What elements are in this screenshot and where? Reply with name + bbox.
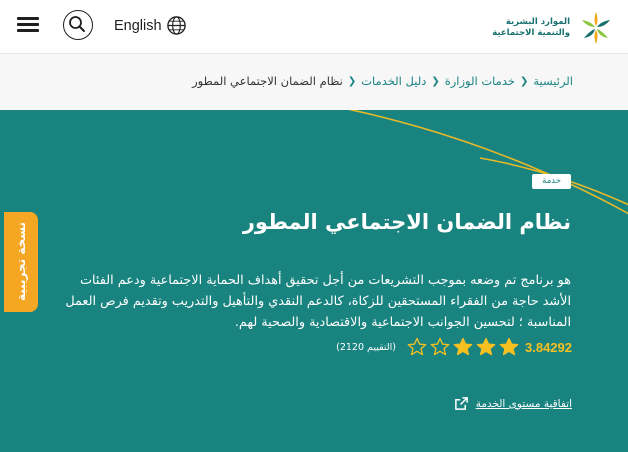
service-description: هو برنامج تم وضعه بموجب التشريعات من أجل… [65,272,571,330]
service-title: نظام الضمان الاجتماعي المطور [242,210,571,234]
language-switch[interactable]: English [114,15,187,36]
menu-icon[interactable] [17,14,39,34]
ministry-logo[interactable]: الموارد البشرية والتنمية الاجتماعية [492,8,616,48]
star-empty-icon[interactable] [430,337,450,357]
logo-line-1: الموارد البشرية [505,17,570,27]
breadcrumb-services-guide[interactable]: دليل الخدمات [361,74,426,88]
search-button[interactable] [63,10,93,40]
rating-count: (التقييم 2120) [336,341,396,353]
chevron-left-icon: ❮ [519,75,529,87]
chevron-left-icon: ❮ [431,75,440,87]
service-type-badge: خدمة [532,174,571,189]
star-filled-icon[interactable] [499,337,519,357]
logo-text: الموارد البشرية والتنمية الاجتماعية [492,17,570,39]
service-rating: 3.84292 (التقييم 2120) [336,337,572,357]
breadcrumb-current: نظام الضمان الاجتماعي المطور [192,74,343,88]
globe-icon [166,16,186,35]
star-filled-icon[interactable] [476,337,496,357]
breadcrumb-bar: الرئيسية ❮ خدمات الوزارة ❮ دليل الخدمات … [0,54,628,110]
breadcrumb: الرئيسية ❮ خدمات الوزارة ❮ دليل الخدمات … [192,74,573,88]
sla-link[interactable]: اتفاقية مستوى الخدمة [454,396,572,411]
star-filled-icon[interactable] [453,337,473,357]
sla-link-label: اتفاقية مستوى الخدمة [475,397,572,410]
logo-emblem-icon [582,12,610,44]
search-icon [69,16,85,32]
star-empty-icon[interactable] [407,337,427,357]
rating-value: 3.84292 [525,339,572,355]
external-link-icon [454,397,468,410]
site-header: English الموارد البشرية والتنمية الاجتما… [0,0,628,54]
beta-version-tab[interactable]: نسخة تجريبية [4,212,38,312]
rating-stars[interactable] [404,337,519,357]
service-hero: خدمة نظام الضمان الاجتماعي المطور هو برن… [0,110,628,452]
chevron-left-icon: ❮ [347,75,357,87]
beta-version-label: نسخة تجريبية [14,222,28,302]
logo-line-2: والتنمية الاجتماعية [492,28,570,38]
breadcrumb-home[interactable]: الرئيسية [533,74,573,88]
language-label: English [114,17,162,34]
breadcrumb-ministry-services[interactable]: خدمات الوزارة [445,74,515,88]
